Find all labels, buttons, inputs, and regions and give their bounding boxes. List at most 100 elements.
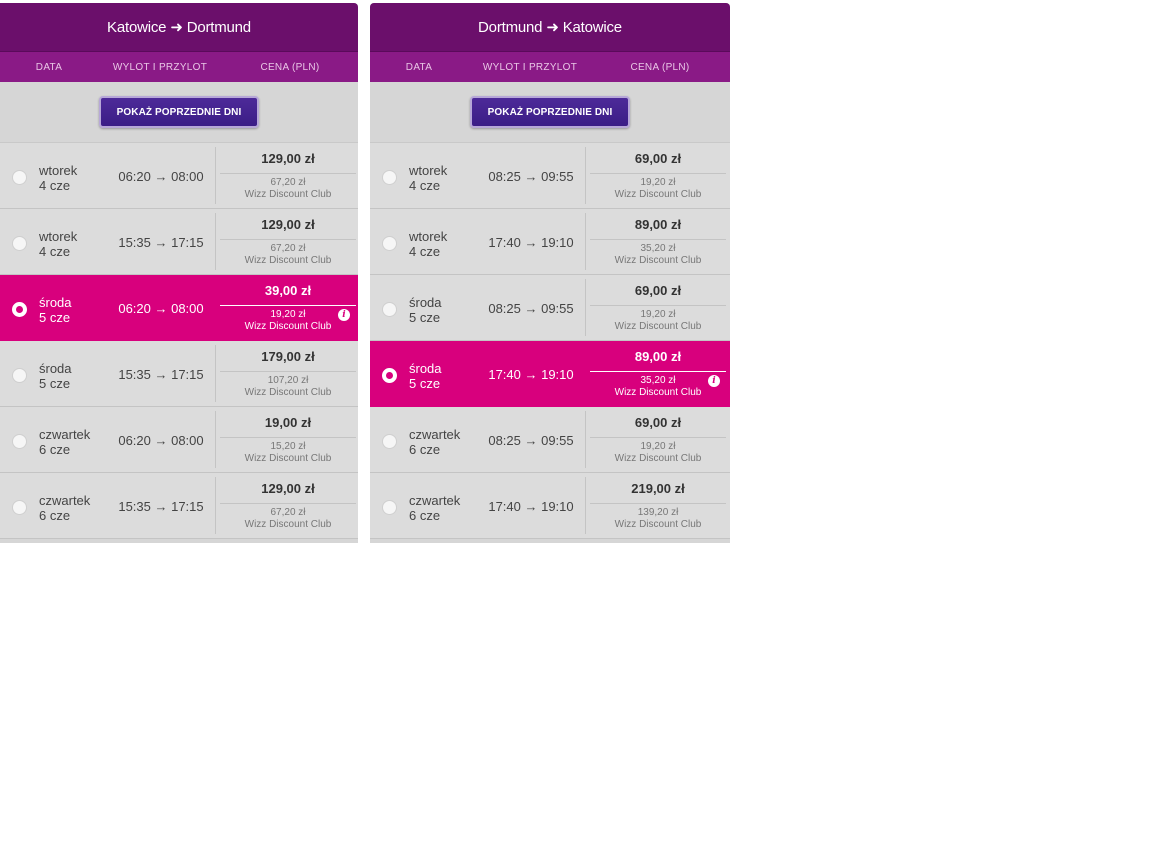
flight-day: środa: [409, 361, 442, 376]
info-icon[interactable]: i: [708, 375, 720, 387]
flight-price-cell: 129,00 zł 67,20 zł Wizz Discount Club: [215, 147, 356, 204]
flight-price-cell: 69,00 zł 19,20 zł Wizz Discount Club: [585, 279, 726, 336]
flight-row[interactable]: wtorek 4 cze 17:40 → 19:10 89,00 zł 35,20 zł…: [370, 209, 730, 275]
flight-day-date: 4 cze: [39, 244, 71, 259]
flight-row[interactable]: środa 5 cze 06:20 → 08:00 39,00 zł 19,20 zł W…: [0, 275, 358, 341]
club-price-value: 35,20 zł: [640, 375, 676, 386]
flight-times: 08:25 → 09:55: [488, 433, 574, 448]
column-price: CENA (PLN): [630, 61, 690, 73]
flight-day-date: 6 cze: [39, 442, 71, 457]
return-show-previous-days-button[interactable]: POKAŻ POPRZEDNIE DNI: [470, 96, 630, 128]
flight-date: czwartek 6 cze: [39, 493, 90, 523]
club-price-label: Wizz Discount Club: [614, 519, 702, 530]
club-price-label: Wizz Discount Club: [244, 255, 332, 266]
flight-club-price: 19,20 zł Wizz Discount Club: [590, 309, 726, 333]
flight-price: 69,00 zł: [590, 415, 726, 438]
return-list-footer: [370, 539, 730, 543]
club-price-value: 19,20 zł: [640, 309, 676, 320]
flight-date: wtorek 4 cze: [409, 229, 447, 259]
flight-price: 89,00 zł: [590, 217, 726, 240]
return-column-headers: DATA WYLOT I PRZYLOT CENA (PLN): [370, 52, 730, 82]
flight-day-date: 5 cze: [39, 376, 71, 391]
flight-row[interactable]: środa 5 cze 08:25 → 09:55 69,00 zł 19,20 zł W…: [370, 275, 730, 341]
flight-select-radio[interactable]: [12, 236, 27, 251]
flight-club-price: 15,20 zł Wizz Discount Club: [220, 441, 356, 465]
flight-select-radio[interactable]: [382, 500, 397, 515]
flight-date: wtorek 4 cze: [409, 163, 447, 193]
flight-select-radio[interactable]: [12, 170, 27, 185]
flight-price: 39,00 zł: [220, 283, 356, 306]
flight-times: 08:25 → 09:55: [488, 169, 574, 184]
flight-select-radio[interactable]: [12, 434, 27, 449]
flight-price: 129,00 zł: [220, 151, 356, 174]
club-price-label: Wizz Discount Club: [244, 519, 332, 530]
flight-price-cell: 69,00 zł 19,20 zł Wizz Discount Club: [585, 411, 726, 468]
flight-club-price: 19,20 zł Wizz Discount Club: [590, 441, 726, 465]
flight-club-price: 67,20 zł Wizz Discount Club: [220, 507, 356, 531]
return-route-header: Dortmund ➜ Katowice: [370, 3, 730, 52]
flight-row[interactable]: czwartek 6 cze 15:35 → 17:15 129,00 zł 67,20…: [0, 473, 358, 539]
flight-select-radio[interactable]: [12, 302, 27, 317]
club-price-label: Wizz Discount Club: [244, 453, 332, 464]
flight-times: 17:40 → 19:10: [488, 367, 574, 382]
club-price-label: Wizz Discount Club: [614, 453, 702, 464]
return-prev-days-area: POKAŻ POPRZEDNIE DNI: [370, 82, 730, 143]
return-destination: Katowice: [562, 18, 622, 36]
flight-select-radio[interactable]: [382, 368, 397, 383]
flight-times: 08:25 → 09:55: [488, 301, 574, 316]
club-price-label: Wizz Discount Club: [244, 189, 332, 200]
outbound-flights-panel: Katowice ➜ Dortmund DATA WYLOT I PRZYLOT…: [0, 3, 358, 543]
flight-row[interactable]: środa 5 cze 15:35 → 17:15 179,00 zł 107,20 z…: [0, 341, 358, 407]
flight-day: wtorek: [409, 229, 448, 244]
flight-day-date: 4 cze: [39, 178, 71, 193]
flight-price: 219,00 zł: [590, 481, 726, 504]
flight-club-price: 67,20 zł Wizz Discount Club: [220, 243, 356, 267]
flight-row[interactable]: czwartek 6 cze 17:40 → 19:10 219,00 zł 139,2…: [370, 473, 730, 539]
flight-price: 69,00 zł: [590, 283, 726, 306]
flight-price-cell: 39,00 zł 19,20 zł Wizz Discount Club i: [215, 279, 356, 336]
flight-row[interactable]: środa 5 cze 17:40 → 19:10 89,00 zł 35,20 zł W…: [370, 341, 730, 407]
route-arrow-icon: ➜: [546, 19, 559, 36]
outbound-destination: Dortmund: [186, 18, 251, 36]
flight-select-radio[interactable]: [12, 500, 27, 515]
flight-day: czwartek: [39, 493, 91, 508]
flight-select-radio[interactable]: [12, 368, 27, 383]
flight-day-date: 5 cze: [409, 376, 441, 391]
flight-row[interactable]: wtorek 4 cze 15:35 → 17:15 129,00 zł 67,20 z…: [0, 209, 358, 275]
outbound-column-headers: DATA WYLOT I PRZYLOT CENA (PLN): [0, 52, 358, 82]
flight-club-price: 139,20 zł Wizz Discount Club: [590, 507, 726, 531]
flight-day-date: 4 cze: [409, 178, 441, 193]
club-price-value: 35,20 zł: [640, 243, 676, 254]
flight-select-radio[interactable]: [382, 434, 397, 449]
flight-select-radio[interactable]: [382, 302, 397, 317]
flight-date: środa 5 cze: [39, 361, 72, 391]
club-price-value: 19,20 zł: [640, 441, 676, 452]
flight-day-date: 4 cze: [409, 244, 441, 259]
outbound-show-previous-days-button[interactable]: POKAŻ POPRZEDNIE DNI: [99, 96, 259, 128]
flight-date: wtorek 4 cze: [39, 163, 77, 193]
flight-row[interactable]: wtorek 4 cze 08:25 → 09:55 69,00 zł 19,20 zł…: [370, 143, 730, 209]
flight-date: wtorek 4 cze: [39, 229, 77, 259]
outbound-route-header: Katowice ➜ Dortmund: [0, 3, 358, 52]
flight-row[interactable]: czwartek 6 cze 06:20 → 08:00 19,00 zł 15,20 …: [0, 407, 358, 473]
club-price-value: 67,20 zł: [270, 177, 306, 188]
flight-day: środa: [39, 295, 72, 310]
flight-times: 17:40 → 19:10: [488, 499, 574, 514]
info-icon[interactable]: i: [338, 309, 350, 321]
flight-day-date: 6 cze: [409, 508, 441, 523]
flight-select-radio[interactable]: [382, 170, 397, 185]
flight-club-price: 19,20 zł Wizz Discount Club: [220, 309, 356, 333]
club-price-value: 15,20 zł: [270, 441, 306, 452]
flight-club-price: 35,20 zł Wizz Discount Club: [590, 375, 726, 399]
flight-day: wtorek: [39, 229, 78, 244]
flight-select-radio[interactable]: [382, 236, 397, 251]
club-price-value: 107,20 zł: [267, 375, 309, 386]
club-price-value: 67,20 zł: [270, 243, 306, 254]
flight-row[interactable]: czwartek 6 cze 08:25 → 09:55 69,00 zł 19,20 …: [370, 407, 730, 473]
club-price-value: 139,20 zł: [637, 507, 679, 518]
flight-row[interactable]: wtorek 4 cze 06:20 → 08:00 129,00 zł 67,20 z…: [0, 143, 358, 209]
club-price-label: Wizz Discount Club: [244, 321, 332, 332]
flight-date: środa 5 cze: [39, 295, 72, 325]
flight-price-cell: 89,00 zł 35,20 zł Wizz Discount Club: [585, 213, 726, 270]
club-price-value: 19,20 zł: [270, 309, 306, 320]
